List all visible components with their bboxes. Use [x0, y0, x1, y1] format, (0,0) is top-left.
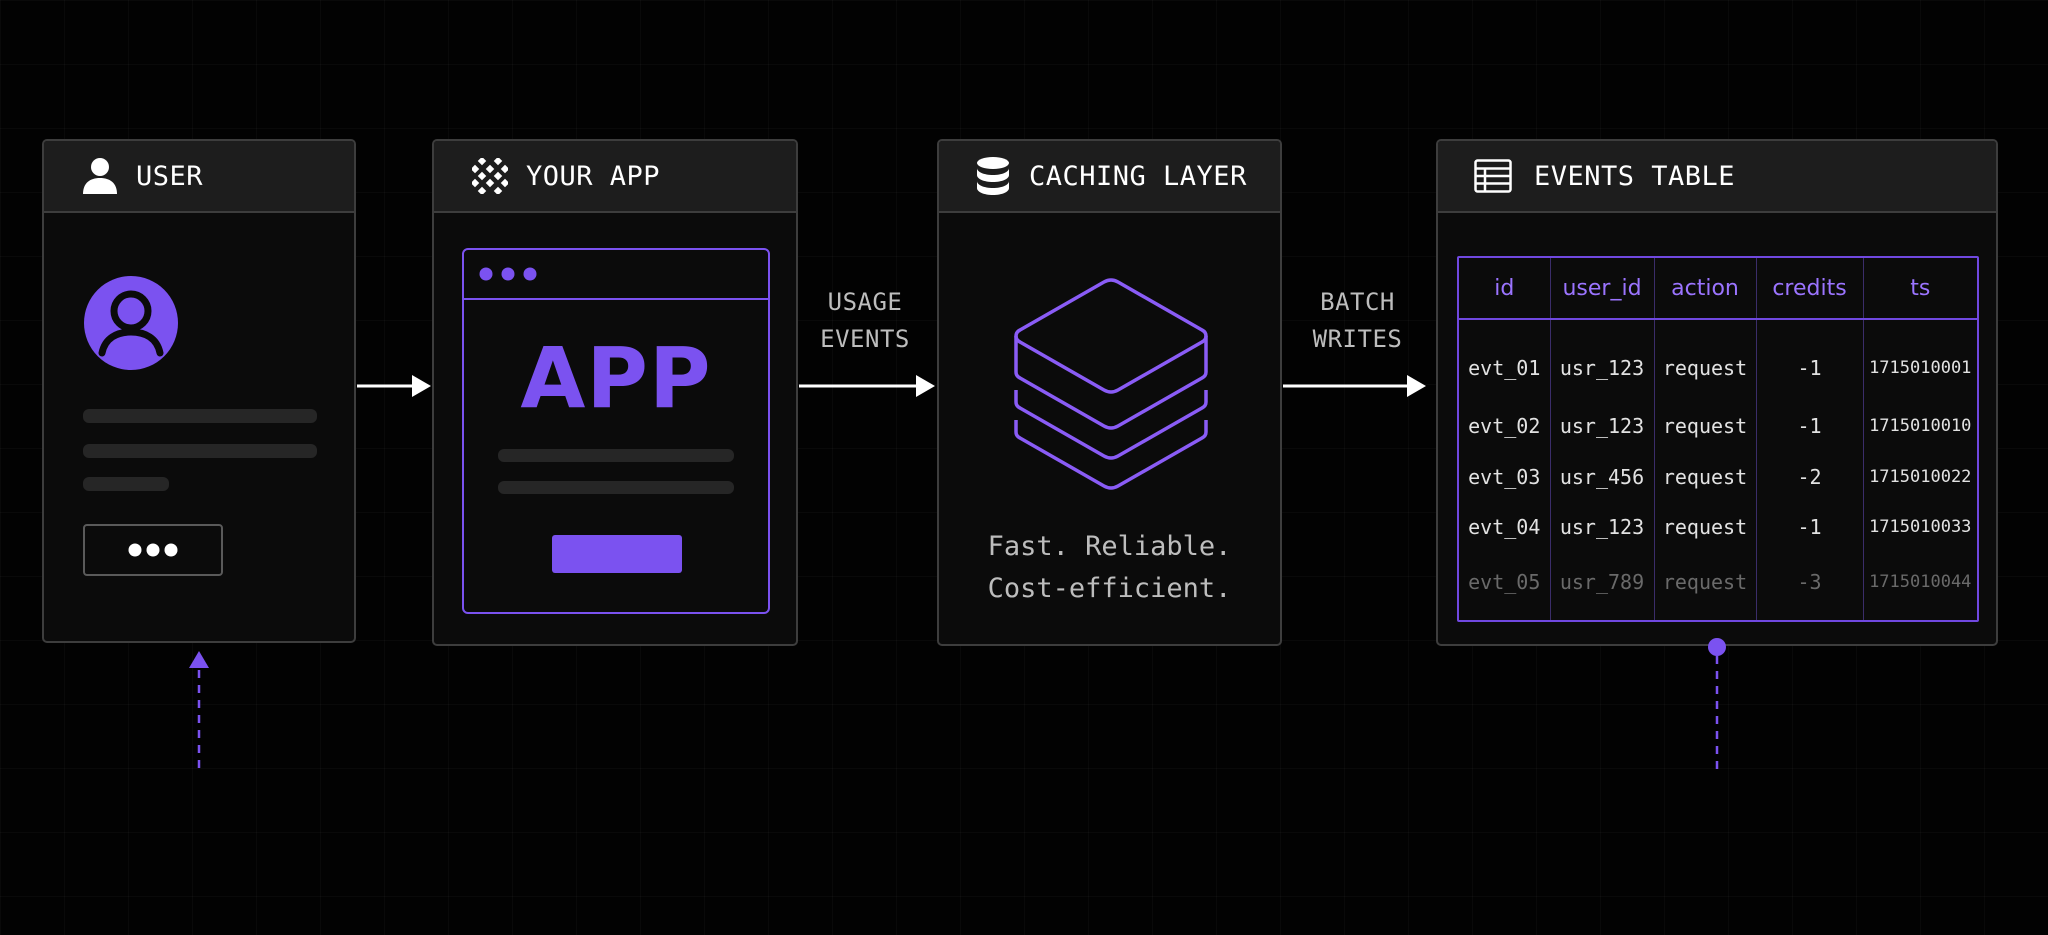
usage-events-label-line-2: EVENTS: [820, 325, 910, 353]
batch-writes-label-line-1: BATCH: [1320, 288, 1395, 316]
dashed-input-arrow: [189, 651, 209, 772]
flow-connectors: [189, 375, 1726, 772]
batch-writes-label-line-2: WRITES: [1312, 325, 1403, 353]
batch-writes-label: BATCH WRITES: [1290, 284, 1425, 358]
usage-events-label-line-1: USAGE: [827, 288, 903, 316]
arrow-user-to-app: [357, 375, 431, 397]
arrow-cache-to-events: [1283, 375, 1426, 397]
usage-events-label: USAGE EVENTS: [800, 284, 930, 358]
arrow-app-to-cache: [799, 375, 935, 397]
dashed-output-connector: [1708, 638, 1726, 772]
